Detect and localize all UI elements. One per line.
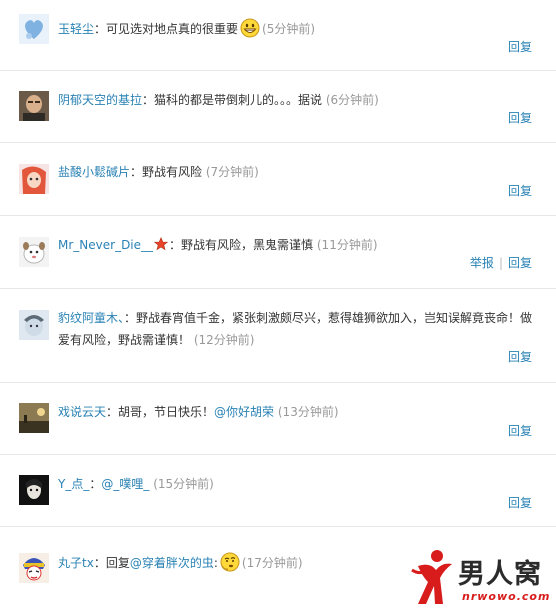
comment-username[interactable]: 豹纹阿童木、 bbox=[58, 311, 124, 325]
reply-button[interactable]: 回复 bbox=[508, 40, 532, 54]
comment-item: 阴郁天空的基拉：猫科的都是带倒刺儿的。。。据说 (6分钟前) 回复 bbox=[0, 71, 556, 143]
comment-actions: 回复 bbox=[508, 109, 532, 126]
comment-text: ：胡哥，节日快乐！ bbox=[106, 405, 215, 419]
comment-time: (13分钟前) bbox=[277, 405, 339, 419]
reply-button[interactable]: 回复 bbox=[508, 496, 532, 510]
comment-line: 豹纹阿童木、：野战春宵值千金，紧张刺激颇尽兴，惹得雄狮欲加入，岂知误解竟丧命！做… bbox=[58, 307, 538, 351]
comment-time: (5分钟前) bbox=[262, 22, 316, 36]
reply-button[interactable]: 回复 bbox=[508, 111, 532, 125]
mention-link[interactable]: @_噗哩_ bbox=[101, 477, 149, 491]
site-watermark: 男人窝 nrwowo.com bbox=[410, 548, 556, 612]
avatar[interactable] bbox=[19, 14, 49, 44]
comment-text: ：可见选对地点真的很重要 bbox=[94, 22, 239, 36]
watermark-url: nrwowo.com bbox=[462, 590, 551, 603]
comment-text: ：野战春宵值千金，紧张刺激颇尽兴，惹得雄狮欲加入，岂知误解竟丧命！做爱有风险，野… bbox=[58, 311, 533, 347]
comment-line: Y_点_：@_噗哩_ (15分钟前) bbox=[58, 475, 538, 493]
reply-button[interactable]: 回复 bbox=[508, 424, 532, 438]
comment-line: 阴郁天空的基拉：猫科的都是带倒刺儿的。。。据说 (6分钟前) bbox=[58, 91, 538, 109]
comment-actions: 举报 | 回复 bbox=[470, 254, 532, 271]
avatar[interactable] bbox=[19, 310, 49, 340]
comment-item: 戏说云天：胡哥，节日快乐！@你好胡荣 (13分钟前) 回复 bbox=[0, 383, 556, 455]
comment-time: (12分钟前) bbox=[193, 333, 255, 347]
comment-text: ：猫科的都是带倒刺儿的。。。据说 bbox=[142, 93, 323, 107]
comment-time: (15分钟前) bbox=[153, 477, 214, 491]
grin-emoji bbox=[240, 18, 260, 38]
comment-actions: 回复 bbox=[508, 422, 532, 439]
star-icon bbox=[153, 237, 169, 251]
comment-item: Mr_Never_Die__ ：野战有风险，黑鬼需谨慎 (11分钟前) 举报 | 回复 bbox=[0, 216, 556, 289]
comment-line: 盐酸小鬆碱片：野战有风险 (7分钟前) bbox=[58, 163, 538, 181]
comment-item: 豹纹阿童木、：野战春宵值千金，紧张刺激颇尽兴，惹得雄狮欲加入，岂知误解竟丧命！做… bbox=[0, 289, 556, 383]
reply-button[interactable]: 回复 bbox=[508, 256, 532, 270]
comment-text: ：回复 bbox=[93, 556, 130, 570]
mention-link[interactable]: @穿着胖次的虫 bbox=[130, 556, 214, 570]
comment-item: 盐酸小鬆碱片：野战有风险 (7分钟前) 回复 bbox=[0, 143, 556, 216]
thinking-emoji bbox=[220, 552, 240, 572]
divider: | bbox=[498, 256, 503, 270]
comment-line: 戏说云天：胡哥，节日快乐！@你好胡荣 (13分钟前) bbox=[58, 403, 538, 421]
avatar[interactable] bbox=[19, 403, 49, 433]
comment-username[interactable]: 阴郁天空的基拉 bbox=[58, 93, 142, 107]
comment-text-tail: : bbox=[213, 556, 218, 570]
comment-item: 玉轻尘：可见选对地点真的很重要 (5分钟前) 回复 bbox=[0, 0, 556, 71]
comment-username[interactable]: Mr_Never_Die__ bbox=[58, 238, 153, 252]
comment-time: (11分钟前) bbox=[316, 238, 378, 252]
comment-time: (6分钟前) bbox=[325, 93, 379, 107]
reply-button[interactable]: 回复 bbox=[508, 350, 532, 364]
comment-actions: 回复 bbox=[508, 38, 532, 55]
comment-time: (17分钟前) bbox=[241, 556, 303, 570]
watermark-logo bbox=[411, 550, 452, 604]
reply-button[interactable]: 回复 bbox=[508, 184, 532, 198]
comment-text: ：野战有风险 bbox=[130, 165, 203, 179]
comment-username[interactable]: Y_点_ bbox=[58, 477, 89, 491]
avatar[interactable] bbox=[19, 237, 49, 267]
avatar[interactable] bbox=[19, 164, 49, 194]
comment-username[interactable]: 丸子tx bbox=[58, 556, 94, 570]
comment-line: Mr_Never_Die__ ：野战有风险，黑鬼需谨慎 (11分钟前) bbox=[58, 236, 538, 254]
comment-line: 玉轻尘：可见选对地点真的很重要 (5分钟前) bbox=[58, 18, 538, 38]
comment-username[interactable]: 戏说云天 bbox=[58, 405, 106, 419]
comment-text: ： bbox=[89, 477, 102, 491]
comment-text: ：野战有风险，黑鬼需谨慎 bbox=[169, 238, 314, 252]
avatar[interactable] bbox=[19, 91, 49, 121]
comment-username[interactable]: 盐酸小鬆碱片 bbox=[58, 165, 130, 179]
avatar[interactable] bbox=[19, 553, 49, 583]
watermark-title: 男人窝 bbox=[458, 559, 542, 590]
comment-actions: 回复 bbox=[508, 182, 532, 199]
comment-time: (7分钟前) bbox=[205, 165, 259, 179]
comment-item: Y_点_：@_噗哩_ (15分钟前) 回复 bbox=[0, 455, 556, 527]
comment-username[interactable]: 玉轻尘 bbox=[58, 22, 94, 36]
mention-link[interactable]: @你好胡荣 bbox=[214, 405, 274, 419]
comment-list: 玉轻尘：可见选对地点真的很重要 (5分钟前) 回复 阴郁天空的基拉：猫科的都是带倒… bbox=[0, 0, 556, 587]
comment-actions: 回复 bbox=[508, 348, 532, 365]
avatar[interactable] bbox=[19, 475, 49, 505]
report-button[interactable]: 举报 bbox=[470, 256, 494, 270]
comment-actions: 回复 bbox=[508, 494, 532, 511]
